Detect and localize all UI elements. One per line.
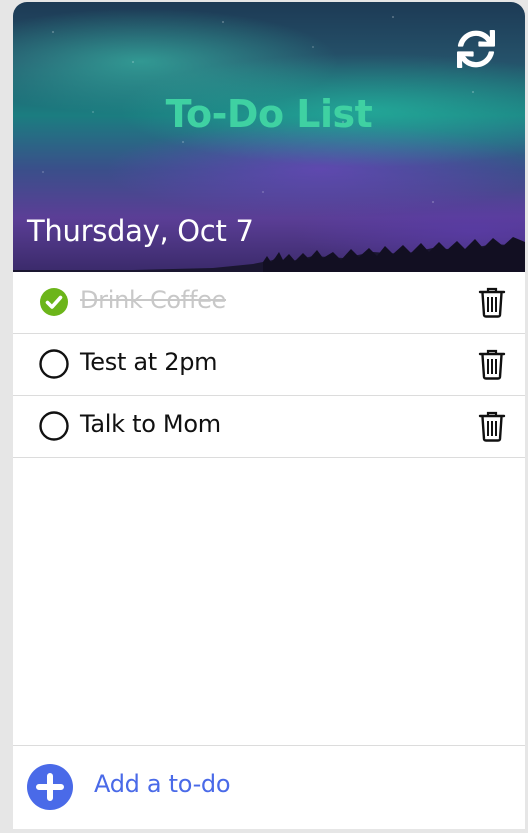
todo-list: Drink Coffee Test at 2pm Talk to Mom bbox=[13, 272, 525, 458]
todo-item: Drink Coffee bbox=[13, 272, 525, 334]
todo-card: To-Do List Thursday, Oct 7 Drink Coffee … bbox=[13, 2, 525, 829]
unchecked-circle-icon[interactable] bbox=[39, 349, 69, 379]
todo-label[interactable]: Talk to Mom bbox=[80, 410, 221, 438]
add-todo-bar: Add a to-do bbox=[13, 745, 525, 829]
unchecked-circle-icon[interactable] bbox=[39, 411, 69, 441]
checked-circle-icon[interactable] bbox=[39, 287, 69, 317]
page-title: To-Do List bbox=[165, 92, 373, 136]
trash-icon[interactable] bbox=[478, 286, 506, 318]
todo-label[interactable]: Test at 2pm bbox=[80, 348, 218, 376]
add-todo-input[interactable]: Add a to-do bbox=[94, 770, 231, 798]
trash-icon[interactable] bbox=[478, 410, 506, 442]
refresh-icon[interactable] bbox=[457, 30, 495, 68]
plus-circle-icon[interactable] bbox=[27, 764, 73, 810]
todo-item: Test at 2pm bbox=[13, 334, 525, 396]
todo-label[interactable]: Drink Coffee bbox=[80, 286, 226, 314]
current-date: Thursday, Oct 7 bbox=[27, 214, 254, 248]
trash-icon[interactable] bbox=[478, 348, 506, 380]
header-banner: To-Do List Thursday, Oct 7 bbox=[13, 2, 525, 272]
todo-item: Talk to Mom bbox=[13, 396, 525, 458]
